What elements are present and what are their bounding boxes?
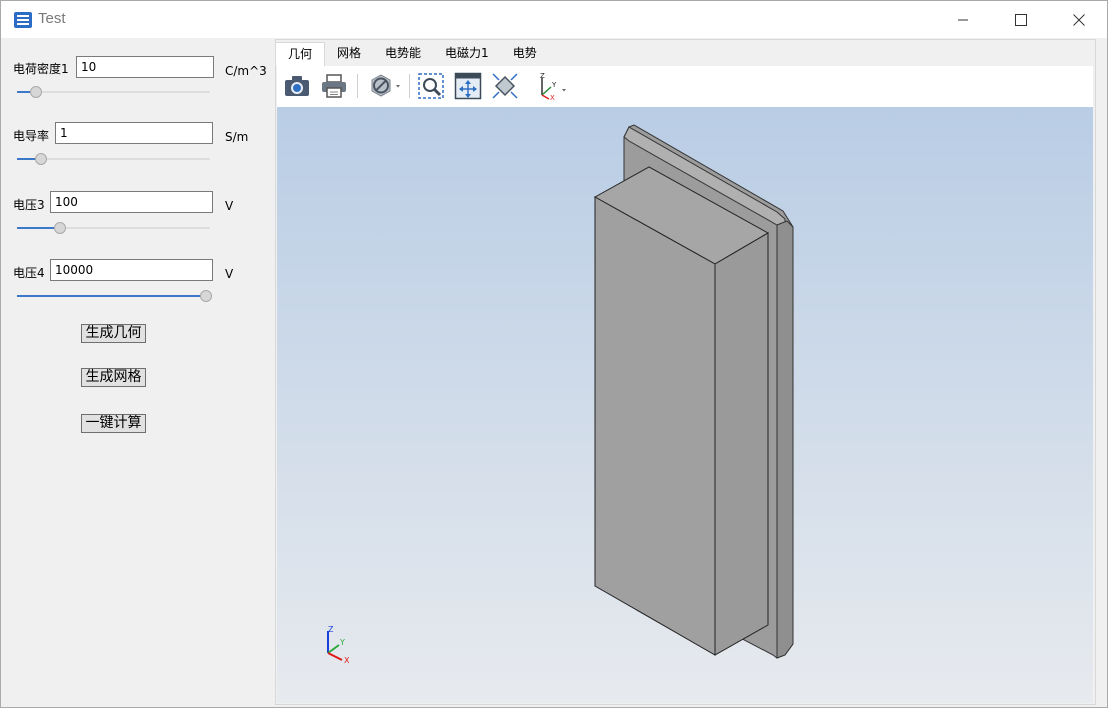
slider-thumb[interactable] bbox=[200, 290, 212, 302]
triad-y-label: Y bbox=[339, 638, 345, 647]
charge-density-unit: C/m^3 bbox=[225, 64, 267, 78]
maximize-icon bbox=[1015, 13, 1027, 26]
conductivity-slider[interactable] bbox=[17, 153, 210, 165]
view-axes-button[interactable]: Z Y X bbox=[534, 71, 570, 101]
result-tabs: 几何 网格 电势能 电磁力1 电势 bbox=[275, 42, 549, 66]
charge-density-slider[interactable] bbox=[17, 86, 210, 98]
zoom-box-button[interactable] bbox=[416, 71, 446, 101]
close-icon bbox=[1073, 13, 1085, 26]
param-label-voltage4: 电压4 bbox=[13, 266, 45, 280]
voltage4-slider[interactable] bbox=[17, 290, 212, 302]
tab-potential[interactable]: 电势 bbox=[501, 42, 549, 65]
slider-thumb[interactable] bbox=[35, 153, 48, 165]
voltage4-input[interactable]: 10000 bbox=[50, 259, 213, 281]
voltage4-unit: V bbox=[225, 267, 234, 281]
view-fit-button[interactable] bbox=[490, 71, 520, 101]
svg-text:X: X bbox=[550, 94, 555, 101]
hide-button[interactable] bbox=[367, 71, 403, 101]
zoom-extents-icon bbox=[454, 72, 482, 100]
close-button[interactable] bbox=[1050, 1, 1108, 38]
axis-triad-icon: Z Y X bbox=[327, 625, 350, 663]
view-fit-icon bbox=[492, 73, 518, 99]
charge-density-input[interactable]: 10 bbox=[76, 56, 214, 78]
voltage3-slider[interactable] bbox=[17, 222, 210, 234]
param-label-conductivity: 电导率 bbox=[13, 129, 50, 143]
front-block bbox=[593, 166, 770, 656]
svg-text:Z: Z bbox=[540, 72, 545, 80]
tab-em-force[interactable]: 电磁力1 bbox=[433, 42, 501, 65]
title-bar: Test bbox=[1, 1, 1107, 38]
voltage3-input[interactable]: 100 bbox=[50, 191, 213, 213]
camera-icon bbox=[285, 76, 309, 96]
voltage3-unit: V bbox=[225, 199, 234, 213]
app-icon bbox=[14, 12, 32, 28]
window-title: Test bbox=[38, 10, 66, 27]
zoom-extents-button[interactable] bbox=[453, 71, 483, 101]
generate-geometry-button[interactable]: 生成几何 bbox=[81, 324, 146, 343]
zoom-box-icon bbox=[418, 73, 444, 99]
print-icon bbox=[322, 74, 346, 98]
tab-potential-energy[interactable]: 电势能 bbox=[373, 42, 433, 65]
minimize-button[interactable] bbox=[934, 1, 992, 38]
tab-mesh[interactable]: 网格 bbox=[325, 42, 373, 65]
slider-thumb[interactable] bbox=[53, 222, 66, 234]
geometry-model bbox=[593, 124, 794, 659]
maximize-button[interactable] bbox=[992, 1, 1050, 38]
compute-button[interactable]: 一键计算 bbox=[81, 414, 146, 433]
param-label-voltage3: 电压3 bbox=[13, 198, 45, 212]
svg-text:Y: Y bbox=[551, 81, 557, 89]
view-axes-icon: Z Y X bbox=[540, 72, 566, 101]
minimize-icon bbox=[958, 19, 968, 20]
app-window: Test 电荷密度1 10 C/m^3 电导率 1 S/m 电压3 100 V … bbox=[0, 0, 1108, 708]
param-label-charge-density: 电荷密度1 bbox=[13, 62, 69, 76]
slider-thumb[interactable] bbox=[29, 86, 42, 98]
hide-icon bbox=[371, 74, 400, 97]
conductivity-input[interactable]: 1 bbox=[55, 122, 213, 144]
generate-mesh-button[interactable]: 生成网格 bbox=[81, 368, 146, 387]
tab-geometry[interactable]: 几何 bbox=[275, 42, 326, 66]
conductivity-unit: S/m bbox=[225, 130, 249, 144]
triad-z-label: Z bbox=[328, 625, 334, 634]
camera-button[interactable] bbox=[282, 71, 312, 101]
3d-viewport[interactable]: Z Y X bbox=[277, 107, 1093, 703]
graphics-toolbar: Z Y X bbox=[277, 66, 1093, 108]
print-button[interactable] bbox=[319, 71, 349, 101]
triad-x-label: X bbox=[344, 656, 350, 663]
